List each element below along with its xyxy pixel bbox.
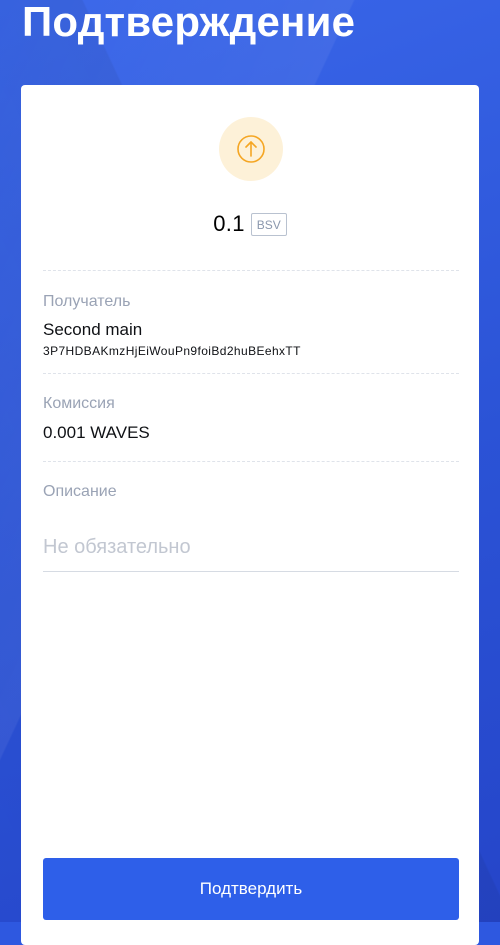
asset-badge: BSV: [250, 212, 287, 236]
amount-row: 0.1 BSV: [21, 209, 479, 239]
description-input[interactable]: [43, 523, 459, 572]
confirmation-card: 0.1 BSV Получатель Second main 3P7HDBAKm…: [21, 85, 479, 945]
page-title: Подтверждение: [22, 0, 356, 45]
recipient-address: 3P7HDBAKmzHjEiWouPn9foiBd2huBEehxTT: [43, 344, 301, 358]
recipient-name: Second main: [43, 320, 143, 339]
divider: [43, 461, 459, 462]
amount-value: 0.1: [213, 211, 245, 236]
description-label: Описание: [43, 483, 117, 500]
divider: [43, 373, 459, 374]
fee-value: 0.001 WAVES: [43, 423, 150, 442]
send-icon-badge: [219, 117, 283, 181]
confirm-button[interactable]: Подтвердить: [43, 858, 459, 920]
fee-label: Комиссия: [43, 395, 115, 412]
recipient-label: Получатель: [43, 293, 131, 310]
arrow-up-circle-icon: [237, 135, 265, 163]
divider: [43, 270, 459, 271]
